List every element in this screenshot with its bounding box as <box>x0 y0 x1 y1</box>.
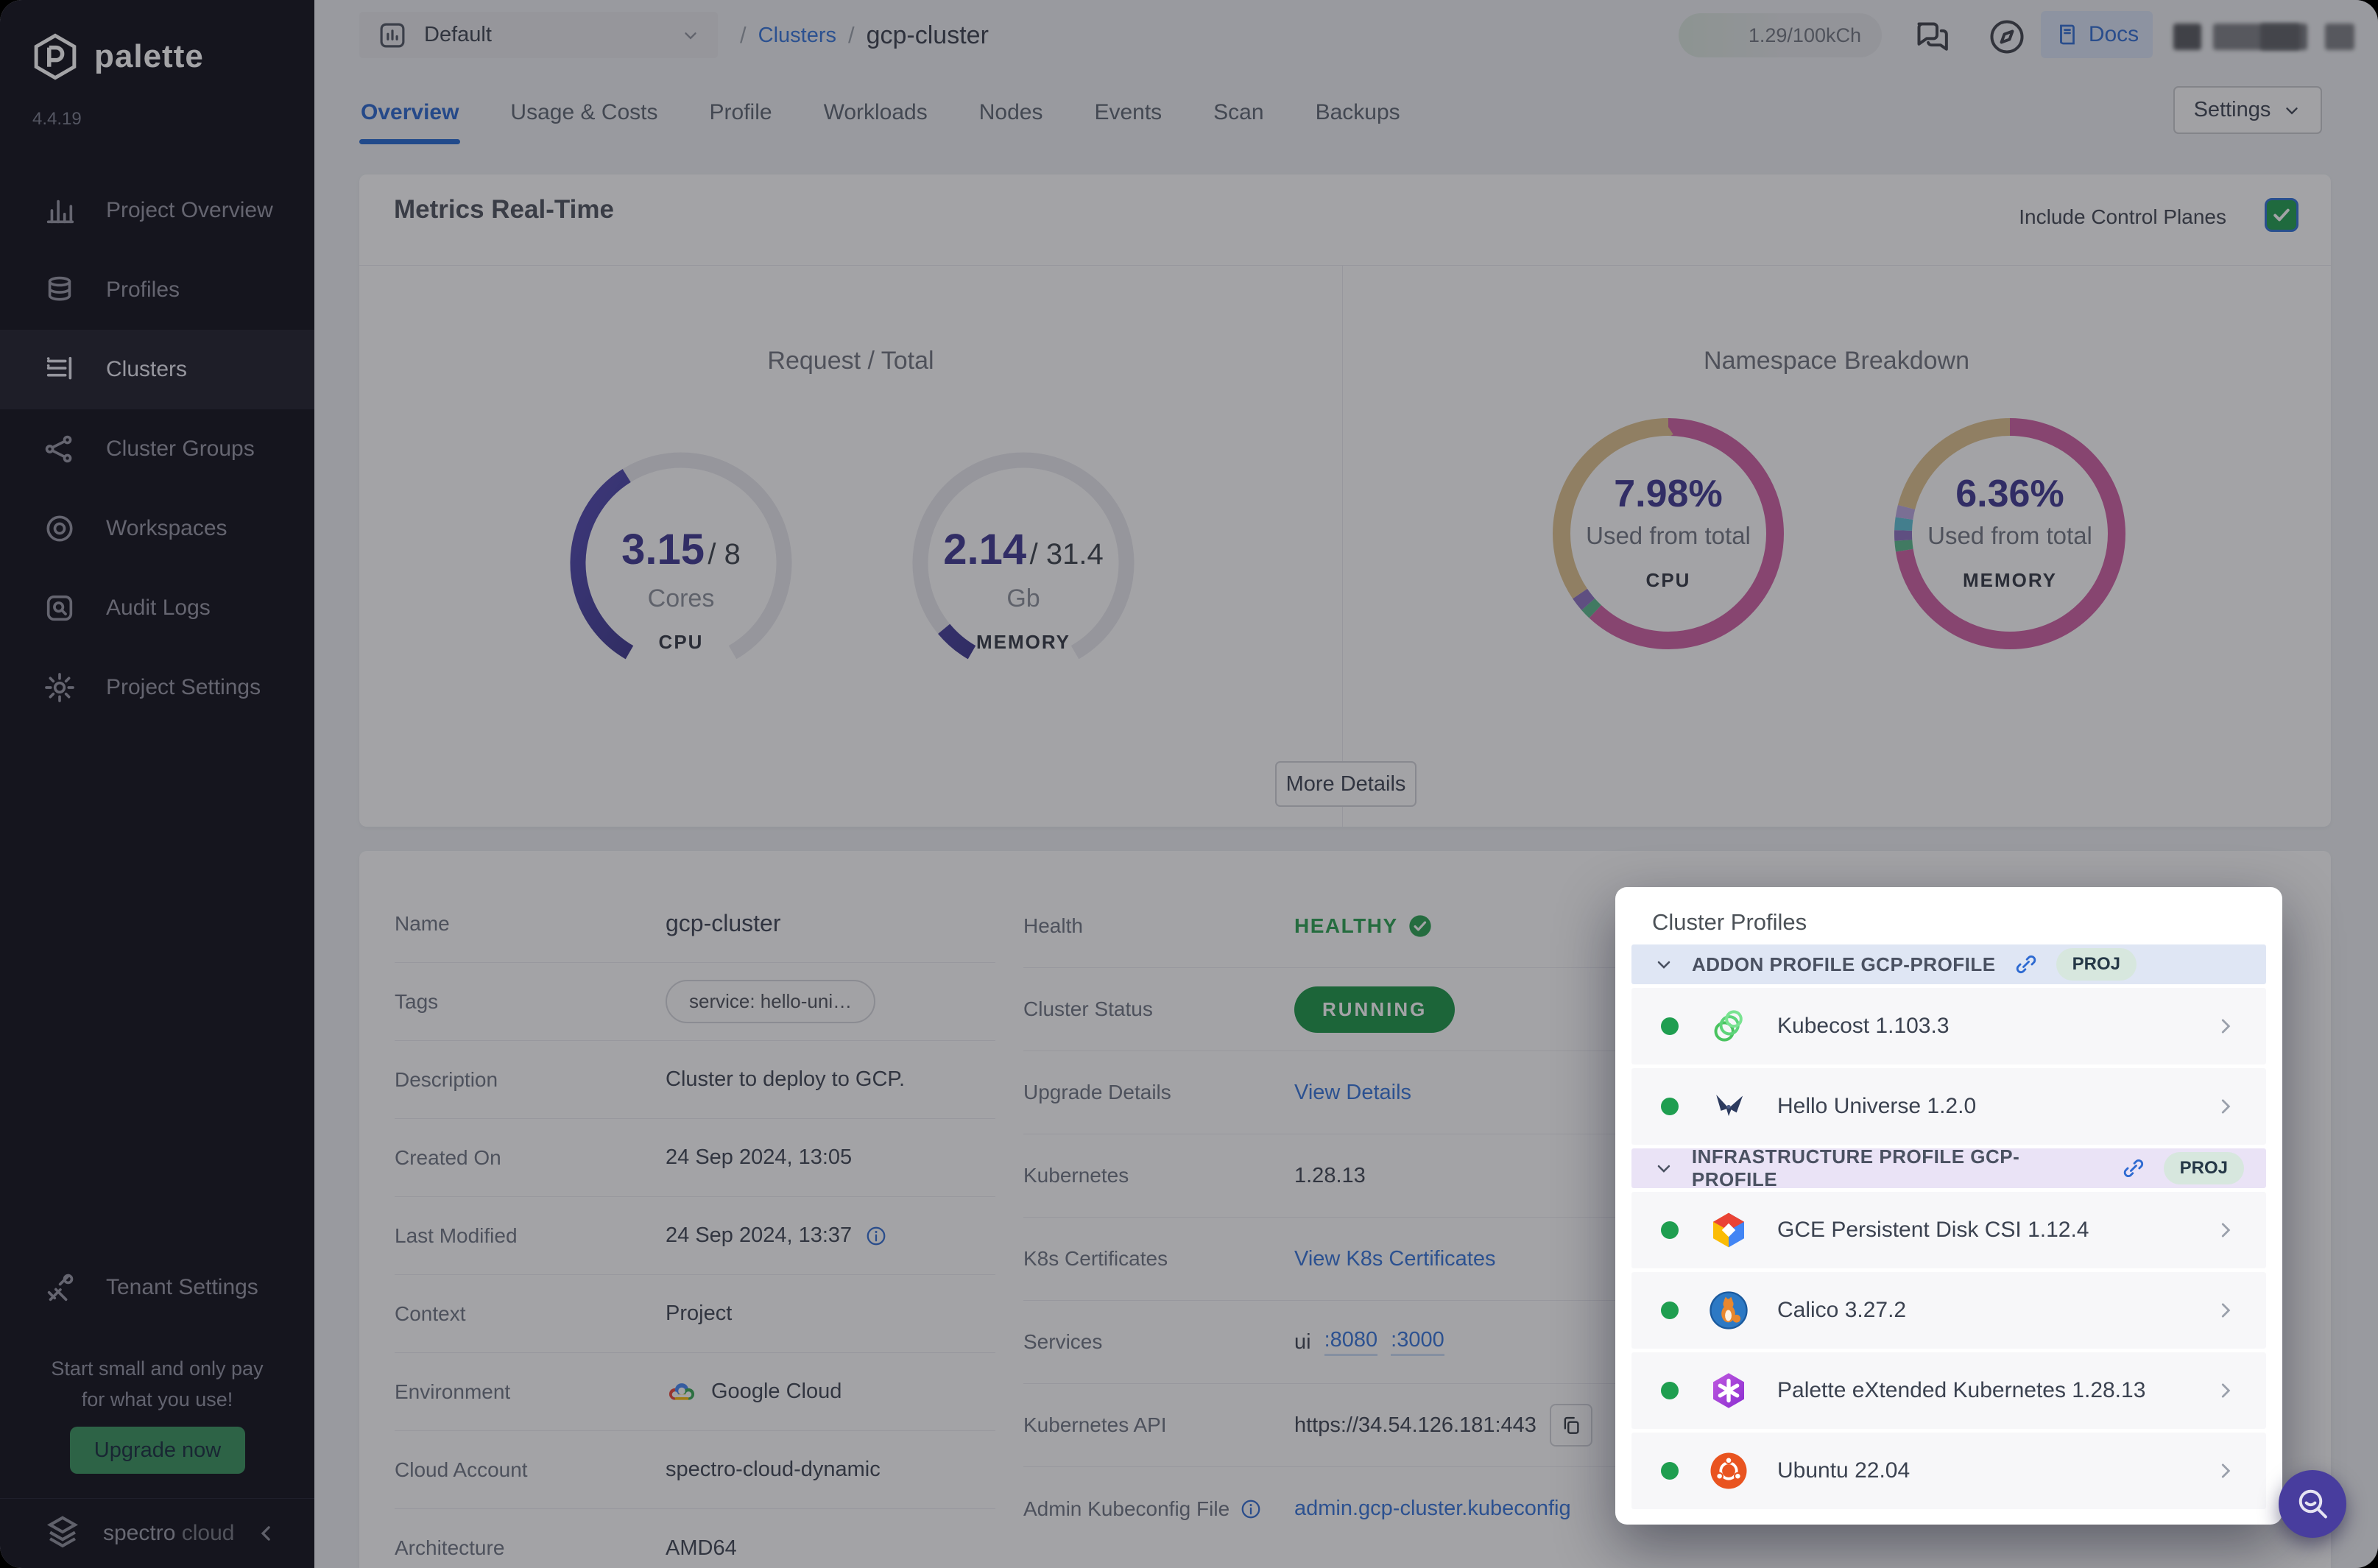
status-dot <box>1661 1302 1679 1319</box>
scope-badge: PROJ <box>2056 948 2137 981</box>
chevron-right-icon <box>2221 1019 2231 1034</box>
addon-profile-section-header[interactable]: ADDON PROFILE GCP-PROFILE PROJ <box>1631 944 2266 984</box>
calico-icon <box>1710 1291 1748 1329</box>
profile-item-kubecost[interactable]: Kubecost 1.103.3 <box>1631 988 2266 1064</box>
chevron-right-icon <box>2221 1223 2231 1237</box>
profile-item-calico[interactable]: Calico 3.27.2 <box>1631 1272 2266 1349</box>
profile-item-palette-extended-kubernetes[interactable]: Palette eXtended Kubernetes 1.28.13 <box>1631 1352 2266 1429</box>
magnifier-smile-icon <box>2298 1489 2327 1519</box>
chevron-right-icon <box>2221 1303 2231 1318</box>
app-window: palette 4.4.19 Project Overview Profiles… <box>0 0 2378 1568</box>
profile-item-ubuntu[interactable]: Ubuntu 22.04 <box>1631 1433 2266 1509</box>
status-dot <box>1661 1098 1679 1115</box>
profile-item-gce-persistent-disk[interactable]: GCE Persistent Disk CSI 1.12.4 <box>1631 1192 2266 1268</box>
chevron-right-icon <box>2221 1463 2231 1478</box>
palette-extended-kubernetes-icon <box>1713 1373 1744 1408</box>
cluster-profiles-panel: Cluster Profiles ADDON PROFILE GCP-PROFI… <box>1615 887 2282 1525</box>
chevron-right-icon <box>2221 1099 2231 1114</box>
hello-universe-icon <box>1716 1095 1743 1117</box>
chevron-right-icon <box>2221 1383 2231 1398</box>
chevron-down-icon <box>1657 1165 1670 1173</box>
profile-item-hello-universe[interactable]: Hello Universe 1.2.0 <box>1631 1068 2266 1145</box>
kubecost-icon <box>1714 1010 1743 1042</box>
status-dot <box>1661 1221 1679 1239</box>
gce-persistent-disk-icon <box>1713 1212 1744 1248</box>
status-dot <box>1661 1382 1679 1399</box>
status-dot <box>1661 1017 1679 1035</box>
link-icon <box>2016 955 2036 974</box>
section-name: INFRASTRUCTURE PROFILE GCP-PROFILE <box>1691 1145 2020 1190</box>
infrastructure-profile-section-header[interactable]: INFRASTRUCTURE PROFILE GCP-PROFILE PROJ <box>1631 1145 2266 1190</box>
assistant-search-button[interactable] <box>2279 1470 2346 1538</box>
scope-badge: PROJ <box>2163 1152 2245 1184</box>
cluster-profiles-title: Cluster Profiles <box>1652 909 1807 935</box>
link-icon <box>2123 1159 2143 1178</box>
status-dot <box>1661 1462 1679 1480</box>
section-name: ADDON PROFILE GCP-PROFILE <box>1692 953 1996 975</box>
ubuntu-icon <box>1710 1452 1747 1489</box>
chevron-down-icon <box>1657 961 1670 969</box>
